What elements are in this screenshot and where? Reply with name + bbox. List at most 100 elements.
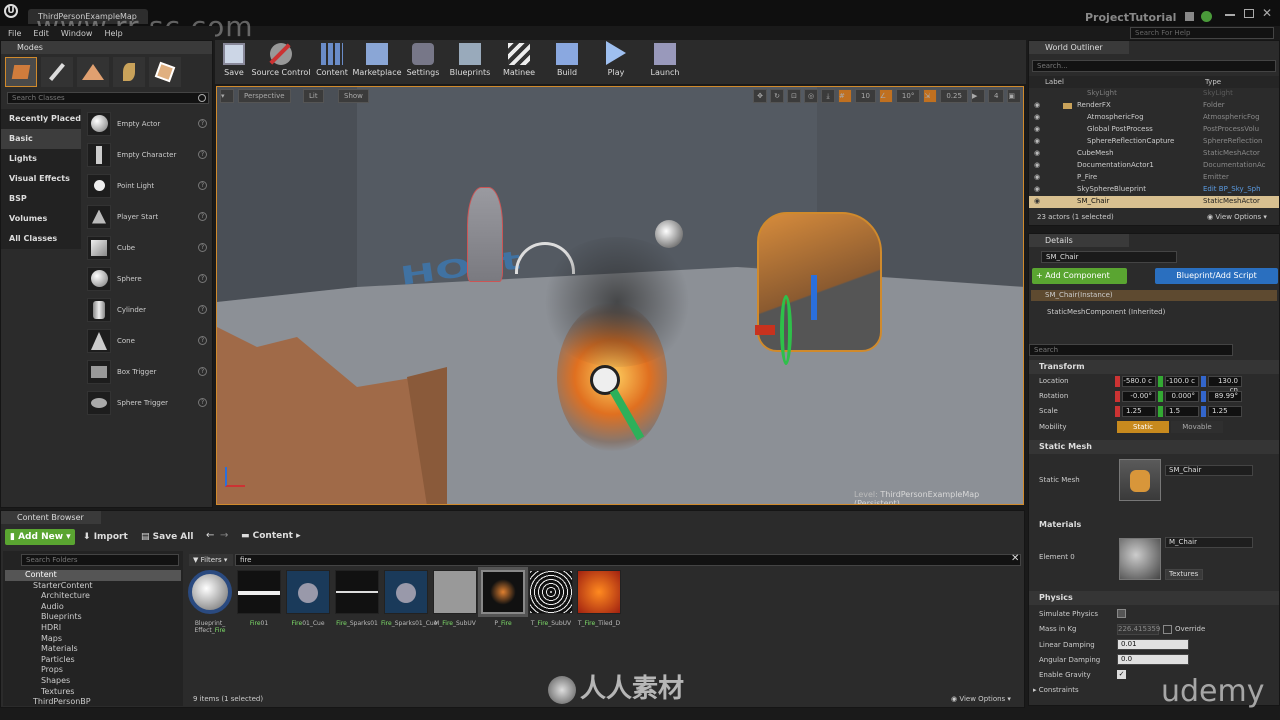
mobility-movable-button[interactable]: Movable: [1171, 421, 1223, 433]
filters-button[interactable]: ▼ Filters ▾: [189, 554, 233, 566]
build-button[interactable]: Build: [543, 40, 591, 80]
help-icon[interactable]: ?: [198, 150, 207, 159]
details-search-input[interactable]: Search: [1029, 344, 1233, 356]
folder-textures[interactable]: Textures: [5, 687, 181, 698]
folder-particles[interactable]: Particles: [5, 655, 181, 666]
eye-icon[interactable]: ◉: [1034, 125, 1040, 133]
mass-override-checkbox[interactable]: [1163, 625, 1172, 634]
place-item-empty-character[interactable]: Empty Character?: [81, 139, 213, 170]
asset-fire01-cue[interactable]: [286, 570, 330, 614]
show-button[interactable]: Show: [338, 89, 369, 103]
mobility-static-button[interactable]: Static: [1117, 421, 1169, 433]
place-item-cylinder[interactable]: Cylinder?: [81, 294, 213, 325]
paint-mode-icon[interactable]: [41, 57, 73, 87]
asset-fire01[interactable]: [237, 570, 281, 614]
back-arrow-icon[interactable]: ←: [206, 530, 214, 541]
landscape-mode-icon[interactable]: [77, 57, 109, 87]
breadcrumb[interactable]: ▬ Content ▸: [241, 531, 301, 541]
maximize-button[interactable]: [1244, 9, 1254, 18]
place-item-empty-actor[interactable]: Empty Actor?: [81, 108, 213, 139]
geometry-mode-icon[interactable]: [149, 57, 181, 87]
launch-button[interactable]: Launch: [641, 40, 689, 80]
outliner-row[interactable]: ◉ CubeMesh StaticMeshActor: [1029, 148, 1279, 160]
help-icon[interactable]: ?: [198, 274, 207, 283]
location-label[interactable]: Location: [1039, 377, 1069, 385]
enable-gravity-checkbox[interactable]: ✓: [1117, 670, 1126, 679]
world-local-icon[interactable]: ◎: [804, 89, 818, 103]
outliner-view-options[interactable]: ◉ View Options ▾: [1207, 213, 1267, 221]
asset-t-fire-subuv[interactable]: [529, 570, 573, 614]
mannequin[interactable]: [467, 187, 503, 282]
location-x[interactable]: -580.0 c: [1122, 376, 1156, 387]
location-y[interactable]: -100.0 c: [1165, 376, 1199, 387]
eye-icon[interactable]: ◉: [1034, 197, 1040, 205]
outliner-row[interactable]: ◉ DocumentationActor1 DocumentationAc: [1029, 160, 1279, 172]
save-button[interactable]: Save: [217, 40, 251, 80]
textures-dropdown[interactable]: Textures: [1165, 569, 1203, 580]
place-item-point-light[interactable]: Point Light?: [81, 170, 213, 201]
category-lights[interactable]: Lights: [1, 149, 81, 169]
source-control-button[interactable]: Source Control: [251, 40, 311, 80]
rotation-x[interactable]: -0.00°: [1122, 391, 1156, 402]
place-item-cube[interactable]: Cube?: [81, 232, 213, 263]
category-visual-effects[interactable]: Visual Effects: [1, 169, 81, 189]
category-volumes[interactable]: Volumes: [1, 209, 81, 229]
matinee-button[interactable]: Matinee: [495, 40, 543, 80]
eye-icon[interactable]: ◉: [1034, 113, 1040, 121]
asset-fire-sparks01[interactable]: [335, 570, 379, 614]
folder-blueprints[interactable]: Blueprints: [5, 612, 181, 623]
outliner-row[interactable]: ◉ P_Fire Emitter: [1029, 172, 1279, 184]
column-type[interactable]: Type: [1205, 76, 1221, 88]
content-button[interactable]: Content: [311, 40, 353, 80]
eye-icon[interactable]: ◉: [1034, 173, 1040, 181]
eye-icon[interactable]: ◉: [1034, 149, 1040, 157]
material-thumbnail[interactable]: [1119, 538, 1161, 580]
scale-label[interactable]: Scale: [1039, 407, 1058, 415]
category-all-classes[interactable]: All Classes: [1, 229, 81, 249]
perspective-button[interactable]: Perspective: [238, 89, 291, 103]
rotation-y[interactable]: 0.000°: [1165, 391, 1199, 402]
actor-name-field[interactable]: SM_Chair: [1041, 251, 1177, 263]
folder-starter-content[interactable]: StarterContent: [5, 581, 181, 592]
folder-audio[interactable]: Audio: [5, 602, 181, 613]
lit-button[interactable]: Lit: [303, 89, 324, 103]
content-view-options[interactable]: ◉ View Options ▾: [951, 695, 1011, 703]
place-item-cone[interactable]: Cone?: [81, 325, 213, 356]
scale-x[interactable]: 1.25: [1122, 406, 1156, 417]
grid-snap-value[interactable]: 10: [855, 89, 876, 103]
folder-search-input[interactable]: Search Folders: [21, 554, 179, 566]
blueprint-add-script-button[interactable]: Blueprint/Add Script: [1155, 268, 1278, 284]
rotation-snap-value[interactable]: 10°: [895, 89, 921, 103]
menu-window[interactable]: Window: [61, 29, 93, 38]
forward-arrow-icon[interactable]: →: [220, 530, 228, 541]
mass-field[interactable]: 226.415359: [1117, 624, 1160, 635]
category-bsp[interactable]: BSP: [1, 189, 81, 209]
eye-icon[interactable]: ◉: [1034, 137, 1040, 145]
camera-speed-icon[interactable]: ▶: [970, 89, 985, 103]
world-outliner-tab[interactable]: World Outliner: [1029, 41, 1129, 54]
scale-y[interactable]: 1.5: [1165, 406, 1199, 417]
folder-hdri[interactable]: HDRI: [5, 623, 181, 634]
scale-snap-value[interactable]: 0.25: [940, 89, 968, 103]
linear-damping-field[interactable]: 0.01: [1117, 639, 1189, 650]
location-z[interactable]: 130.0 cn: [1208, 376, 1242, 394]
outliner-row[interactable]: ◉ RenderFX Folder: [1029, 100, 1279, 112]
add-new-button[interactable]: ▮ Add New ▾: [5, 529, 75, 545]
help-icon[interactable]: ?: [198, 367, 207, 376]
asset-fire-sparks01-cue[interactable]: [384, 570, 428, 614]
rotation-label[interactable]: Rotation: [1039, 392, 1068, 400]
clear-search-icon[interactable]: ✕: [1011, 553, 1019, 564]
outliner-row[interactable]: ◉ AtmosphericFog AtmosphericFog: [1029, 112, 1279, 124]
notification-icon[interactable]: [1185, 12, 1194, 21]
outliner-row-selected[interactable]: ◉ SM_Chair StaticMeshActor: [1029, 196, 1279, 208]
selected-chair[interactable]: [757, 212, 882, 352]
column-label[interactable]: Label: [1045, 76, 1064, 88]
category-recently-placed[interactable]: Recently Placed: [1, 109, 81, 129]
content-browser-tab[interactable]: Content Browser: [1, 511, 101, 524]
constraints-row[interactable]: ▸ Constraints: [1033, 686, 1079, 694]
help-icon[interactable]: ?: [198, 305, 207, 314]
transform-gizmo-red[interactable]: [755, 325, 775, 335]
transform-gizmo-blue[interactable]: [811, 275, 817, 320]
eye-icon[interactable]: ◉: [1034, 101, 1040, 109]
help-icon[interactable]: ?: [198, 212, 207, 221]
